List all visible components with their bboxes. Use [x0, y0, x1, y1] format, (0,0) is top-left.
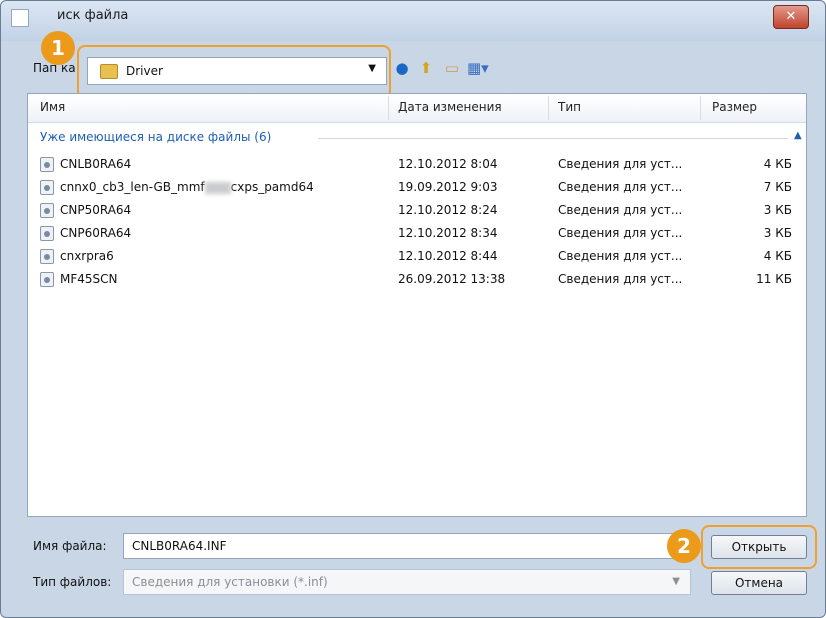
list-header: Имя Дата изменения Тип Размер — [28, 94, 806, 123]
file-date: 12.10.2012 8:34 — [398, 226, 498, 240]
callout-highlight-1 — [77, 45, 391, 99]
open-button[interactable]: Открыть — [711, 535, 807, 559]
list-item[interactable]: cnnx0_cb3_len-GB_mmf cxps_pamd64 19.09.20… — [28, 177, 806, 199]
close-button[interactable]: ✕ — [773, 5, 809, 29]
title-bar: иск файла ✕ — [1, 1, 825, 41]
open-file-dialog: иск файла ✕ Пап ка: Driver ▼ 1 ● ⬆ ▭ ▦▾ … — [0, 0, 826, 618]
file-name-prefix: cnnx0_cb3_len-GB_mmf — [60, 180, 205, 194]
group-divider — [318, 138, 788, 139]
callout-badge-2: 2 — [667, 529, 701, 563]
chevron-down-icon[interactable]: ▼ — [672, 576, 680, 587]
inf-file-icon — [40, 249, 54, 264]
file-name-suffix: cxps_pamd64 — [230, 180, 314, 194]
file-name: MF45SCN — [60, 272, 118, 286]
file-size: 3 КБ — [763, 203, 792, 217]
list-item[interactable]: MF45SCN 26.09.2012 13:38 Сведения для ус… — [28, 269, 806, 291]
file-type: Сведения для уст... — [558, 272, 683, 286]
file-type: Сведения для уст... — [558, 157, 683, 171]
file-type: Сведения для уст... — [558, 180, 683, 194]
file-list[interactable]: Имя Дата изменения Тип Размер Уже имеющи… — [27, 93, 807, 517]
views-menu-icon[interactable]: ▦▾ — [467, 59, 489, 77]
inf-file-icon — [40, 203, 54, 218]
new-folder-icon[interactable]: ▭ — [443, 59, 461, 77]
file-type-value: Сведения для установки (*.inf) — [132, 575, 328, 589]
inf-file-icon — [40, 180, 54, 195]
file-date: 26.09.2012 13:38 — [398, 272, 506, 286]
inf-file-icon — [40, 157, 54, 172]
file-date: 12.10.2012 8:04 — [398, 157, 498, 171]
list-item[interactable]: CNLB0RA64 12.10.2012 8:04 Сведения для у… — [28, 154, 806, 176]
inf-file-icon — [40, 226, 54, 241]
inf-file-icon — [40, 272, 54, 287]
cancel-button[interactable]: Отмена — [711, 571, 807, 595]
file-date: 19.09.2012 9:03 — [398, 180, 498, 194]
file-name: CNP60RA64 — [60, 226, 132, 240]
file-name-value: CNLB0RA64.INF — [132, 539, 227, 553]
list-item[interactable]: cnxrpra6 12.10.2012 8:44 Сведения для ус… — [28, 246, 806, 268]
file-size: 11 КБ — [756, 272, 792, 286]
file-size: 4 КБ — [763, 249, 792, 263]
redacted-text — [204, 181, 231, 194]
column-divider — [700, 96, 701, 120]
file-name: cnnx0_cb3_len-GB_mmf cxps_pamd64 — [60, 180, 314, 194]
file-type: Сведения для уст... — [558, 226, 683, 240]
file-name: CNLB0RA64 — [60, 157, 132, 171]
up-folder-icon[interactable]: ⬆ — [417, 59, 435, 77]
dialog-title: иск файла — [57, 8, 129, 23]
column-header-name[interactable]: Имя — [40, 100, 65, 114]
file-type-select[interactable]: Сведения для установки (*.inf) ▼ — [123, 569, 691, 595]
chevron-up-icon[interactable]: ▲ — [794, 130, 802, 141]
file-size: 3 КБ — [763, 226, 792, 240]
column-divider — [548, 96, 549, 120]
list-item[interactable]: CNP60RA64 12.10.2012 8:34 Сведения для у… — [28, 223, 806, 245]
list-item[interactable]: CNP50RA64 12.10.2012 8:24 Сведения для у… — [28, 200, 806, 222]
file-name-input[interactable]: CNLB0RA64.INF — [123, 533, 691, 559]
dialog-icon — [11, 9, 29, 27]
group-header[interactable]: Уже имеющиеся на диске файлы (6) — [40, 130, 271, 144]
column-header-type[interactable]: Тип — [558, 100, 581, 114]
column-header-size[interactable]: Размер — [712, 100, 757, 114]
file-type: Сведения для уст... — [558, 203, 683, 217]
file-name: cnxrpra6 — [60, 249, 114, 263]
column-divider — [388, 96, 389, 120]
column-header-date[interactable]: Дата изменения — [398, 100, 502, 114]
file-type-label: Тип файлов: — [33, 575, 112, 589]
file-name-label: Имя файла: — [33, 539, 107, 553]
callout-badge-1: 1 — [41, 31, 75, 65]
file-name: CNP50RA64 — [60, 203, 132, 217]
file-size: 4 КБ — [763, 157, 792, 171]
back-icon[interactable]: ● — [393, 59, 411, 77]
file-size: 7 КБ — [763, 180, 792, 194]
file-date: 12.10.2012 8:44 — [398, 249, 498, 263]
file-date: 12.10.2012 8:24 — [398, 203, 498, 217]
file-type: Сведения для уст... — [558, 249, 683, 263]
